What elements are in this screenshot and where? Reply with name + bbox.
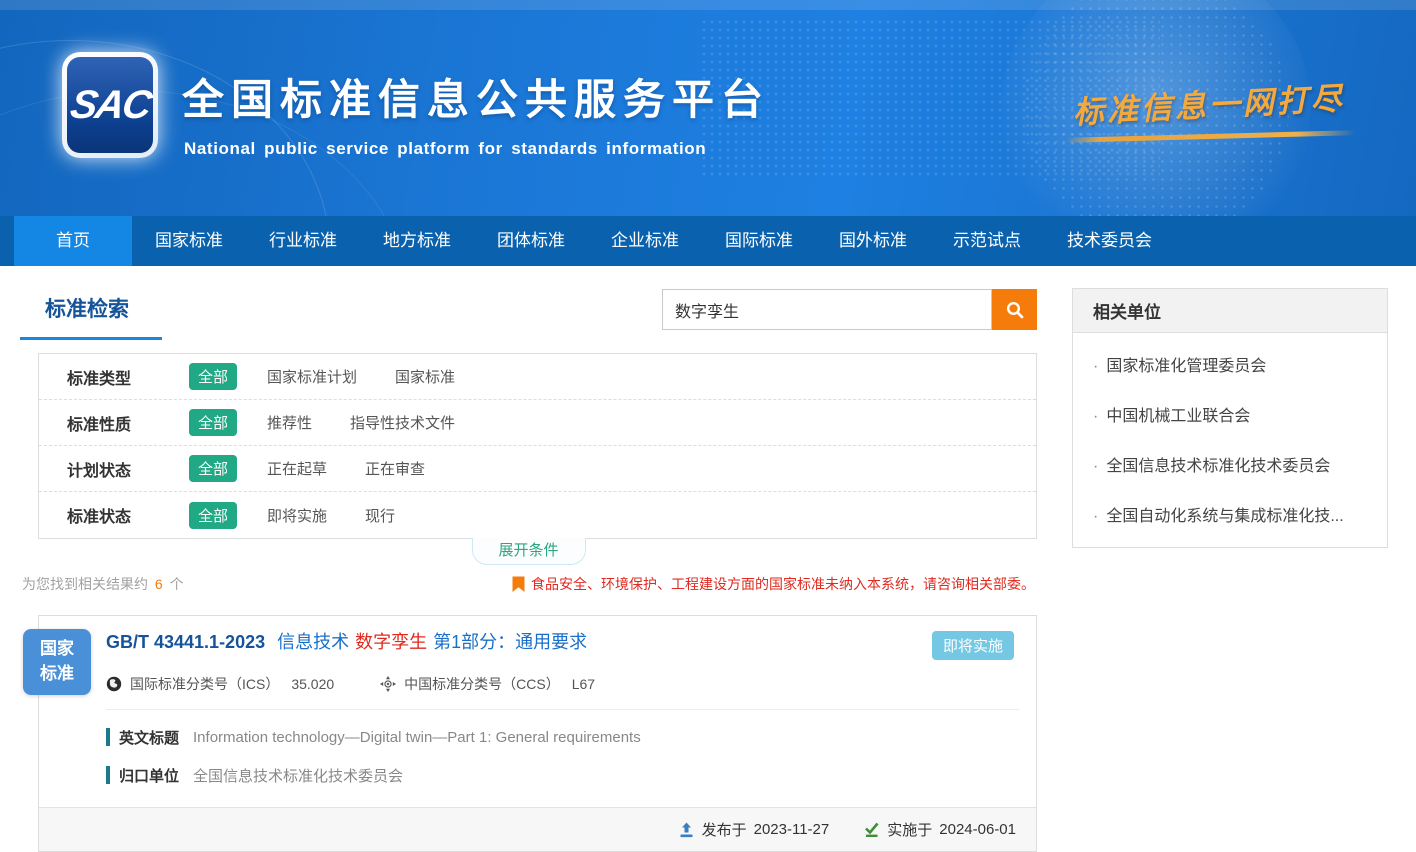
result-count-number: 6 bbox=[155, 576, 163, 592]
filter-all-button[interactable]: 全部 bbox=[189, 455, 237, 482]
filter-row-plan-status: 计划状态 全部 正在起草 正在审查 bbox=[39, 446, 1036, 492]
notice-text: 食品安全、环境保护、工程建设方面的国家标准未纳入本系统，请咨询相关部委。 bbox=[531, 574, 1035, 594]
ics-classification: 国际标准分类号（ICS） 35.020 bbox=[106, 674, 334, 694]
filter-row-standard-type: 标准类型 全部 国家标准计划 国家标准 bbox=[39, 354, 1036, 400]
result-count-prefix: 为您找到相关结果约 bbox=[22, 576, 148, 592]
sac-logo-text: SAC bbox=[67, 83, 153, 128]
ics-value: 35.020 bbox=[291, 676, 334, 692]
filter-option[interactable]: 推荐性 bbox=[267, 412, 312, 433]
globe-icon bbox=[106, 676, 122, 692]
main-nav: 首页 国家标准 行业标准 地方标准 团体标准 企业标准 国际标准 国外标准 示范… bbox=[0, 216, 1416, 266]
filter-label: 标准类型 bbox=[67, 365, 155, 389]
status-badge: 即将实施 bbox=[932, 631, 1014, 660]
type-badge-line2: 标准 bbox=[40, 662, 74, 687]
nav-tab-international-standard[interactable]: 国际标准 bbox=[702, 216, 816, 266]
implement-label: 实施于 bbox=[887, 819, 932, 840]
nav-tab-enterprise-standard[interactable]: 企业标准 bbox=[588, 216, 702, 266]
site-subtitle: National public service platform for sta… bbox=[184, 139, 770, 159]
filter-panel: 标准类型 全部 国家标准计划 国家标准 标准性质 全部 推荐性 指导性技术文件 … bbox=[38, 353, 1037, 539]
related-units-panel: 相关单位 国家标准化管理委员会 中国机械工业联合会 全国信息技术标准化技术委员会… bbox=[1072, 288, 1388, 548]
standard-type-badge: 国家 标准 bbox=[23, 629, 91, 695]
card-head: GB/T 43441.1-2023 信息技术数字孪生第1部分：通用要求 即将实施 bbox=[39, 616, 1036, 660]
related-unit-item[interactable]: 国家标准化管理委员会 bbox=[1073, 339, 1387, 389]
filter-all-button[interactable]: 全部 bbox=[189, 363, 237, 390]
section-title-standard-search: 标准检索 bbox=[20, 288, 129, 340]
search-row: 标准检索 bbox=[20, 288, 1037, 340]
implement-date-value: 2024-06-01 bbox=[939, 821, 1016, 838]
nav-tab-national-standard[interactable]: 国家标准 bbox=[132, 216, 246, 266]
result-count: 为您找到相关结果约 6 个 bbox=[22, 574, 184, 594]
site-header: SAC 全国标准信息公共服务平台 National public service… bbox=[0, 0, 1416, 216]
filter-row-standard-nature: 标准性质 全部 推荐性 指导性技术文件 bbox=[39, 400, 1036, 446]
upload-icon bbox=[678, 822, 695, 838]
result-count-suffix: 个 bbox=[170, 576, 184, 592]
site-title: 全国标准信息公共服务平台 bbox=[182, 66, 770, 127]
ccs-classification: 中国标准分类号（CCS） L67 bbox=[380, 674, 595, 694]
english-title-row: 英文标题 Information technology—Digital twin… bbox=[106, 727, 1019, 748]
card-footer: 发布于 2023-11-27 实施于 2024-06-01 bbox=[39, 807, 1036, 851]
nav-tab-local-standard[interactable]: 地方标准 bbox=[360, 216, 474, 266]
related-units-title: 相关单位 bbox=[1073, 289, 1387, 333]
filter-label: 标准状态 bbox=[67, 503, 155, 527]
publish-date: 发布于 2023-11-27 bbox=[678, 819, 830, 840]
related-units-list: 国家标准化管理委员会 中国机械工业联合会 全国信息技术标准化技术委员会 全国自动… bbox=[1073, 333, 1387, 547]
bookmark-icon bbox=[512, 576, 531, 593]
filter-option[interactable]: 国家标准计划 bbox=[267, 366, 357, 387]
search-button[interactable] bbox=[992, 289, 1037, 330]
filter-label: 标准性质 bbox=[67, 411, 155, 435]
standard-title-highlight: 数字孪生 bbox=[355, 632, 427, 652]
filter-row-standard-status: 标准状态 全部 即将实施 现行 bbox=[39, 492, 1036, 538]
filter-option[interactable]: 国家标准 bbox=[395, 366, 455, 387]
related-unit-item[interactable]: 全国信息技术标准化技术委员会 bbox=[1073, 439, 1387, 489]
related-unit-item[interactable]: 全国自动化系统与集成标准化技... bbox=[1073, 489, 1387, 539]
header-titles: 全国标准信息公共服务平台 National public service pla… bbox=[182, 66, 770, 159]
sac-logo[interactable]: SAC bbox=[62, 52, 158, 158]
centralized-unit-row: 归口单位 全国信息技术标准化技术委员会 bbox=[106, 765, 1019, 786]
result-card: 国家 标准 GB/T 43441.1-2023 信息技术数字孪生第1部分：通用要求… bbox=[38, 615, 1037, 852]
nav-tab-technical-committee[interactable]: 技术委员会 bbox=[1044, 216, 1175, 266]
nav-tab-pilot-demonstration[interactable]: 示范试点 bbox=[930, 216, 1044, 266]
card-meta: 国际标准分类号（ICS） 35.020 中国标准 bbox=[106, 660, 1019, 710]
nav-tab-home[interactable]: 首页 bbox=[14, 216, 132, 266]
search-box bbox=[662, 289, 1037, 330]
english-title-value: Information technology—Digital twin—Part… bbox=[193, 729, 641, 746]
english-title-label: 英文标题 bbox=[119, 727, 179, 748]
filter-label: 计划状态 bbox=[67, 457, 155, 481]
filter-option[interactable]: 指导性技术文件 bbox=[350, 412, 455, 433]
sac-logo-inner: SAC bbox=[67, 57, 153, 153]
nav-tab-industry-standard[interactable]: 行业标准 bbox=[246, 216, 360, 266]
filter-all-button[interactable]: 全部 bbox=[189, 502, 237, 529]
related-unit-item[interactable]: 中国机械工业联合会 bbox=[1073, 389, 1387, 439]
centralized-unit-value: 全国信息技术标准化技术委员会 bbox=[193, 765, 403, 786]
publish-date-value: 2023-11-27 bbox=[754, 821, 830, 838]
standard-title-part2: 第1部分：通用要求 bbox=[433, 632, 587, 652]
standard-title-part1: 信息技术 bbox=[277, 632, 349, 652]
centralized-unit-label: 归口单位 bbox=[119, 765, 179, 786]
results-row: 为您找到相关结果约 6 个 食品安全、环境保护、工程建设方面的国家标准未纳入本系… bbox=[20, 574, 1037, 594]
implement-date: 实施于 2024-06-01 bbox=[863, 819, 1016, 840]
filter-option[interactable]: 正在起草 bbox=[267, 458, 327, 479]
nav-tab-group-standard[interactable]: 团体标准 bbox=[474, 216, 588, 266]
expand-conditions-button[interactable]: 展开条件 bbox=[472, 538, 586, 565]
filter-option[interactable]: 正在审查 bbox=[365, 458, 425, 479]
filter-option[interactable]: 即将实施 bbox=[267, 505, 327, 526]
standard-title-link[interactable]: GB/T 43441.1-2023 信息技术数字孪生第1部分：通用要求 bbox=[106, 631, 587, 654]
nav-tab-foreign-standard[interactable]: 国外标准 bbox=[816, 216, 930, 266]
check-icon bbox=[863, 822, 880, 838]
type-badge-line1: 国家 bbox=[40, 637, 74, 662]
filter-all-button[interactable]: 全部 bbox=[189, 409, 237, 436]
notice: 食品安全、环境保护、工程建设方面的国家标准未纳入本系统，请咨询相关部委。 bbox=[512, 574, 1035, 594]
search-icon bbox=[1005, 300, 1025, 320]
standard-code: GB/T 43441.1-2023 bbox=[106, 632, 265, 652]
ccs-label: 中国标准分类号（CCS） bbox=[404, 674, 560, 694]
ics-label: 国际标准分类号（ICS） bbox=[130, 674, 279, 694]
publish-label: 发布于 bbox=[702, 819, 747, 840]
page-content: 标准检索 标准类型 全部 国家标准计划 国家标准 bbox=[0, 266, 1416, 852]
main-column: 标准检索 标准类型 全部 国家标准计划 国家标准 bbox=[20, 288, 1037, 852]
ccs-value: L67 bbox=[572, 676, 595, 692]
search-input[interactable] bbox=[662, 289, 992, 330]
compass-icon bbox=[380, 676, 396, 692]
filter-option[interactable]: 现行 bbox=[365, 505, 395, 526]
